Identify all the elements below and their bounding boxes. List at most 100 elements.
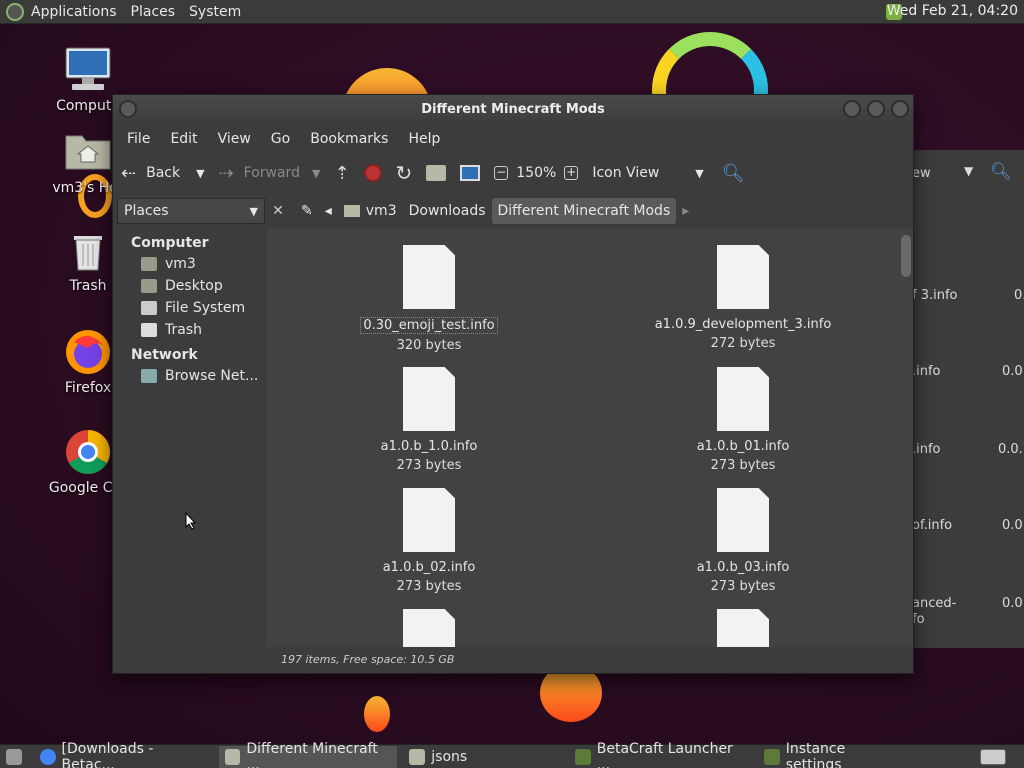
toolbar: ⇠ Back ▼ ⇢ Forward ▼ ⇡ ↻ − 150% + Icon V…: [113, 153, 913, 193]
task-label: [Downloads - Betac...: [61, 740, 154, 768]
sidebar-item-file-system[interactable]: File System: [113, 297, 265, 319]
up-button[interactable]: ⇡: [334, 163, 349, 184]
menu-view[interactable]: View: [208, 131, 261, 147]
breadcrumb-right-arrow-icon[interactable]: ▸: [676, 198, 695, 224]
document-icon: [403, 245, 455, 309]
forward-button[interactable]: ⇢ Forward ▼: [219, 163, 321, 184]
clock[interactable]: Wed Feb 21, 04:20: [887, 3, 1018, 19]
reload-button[interactable]: ↻: [396, 161, 413, 185]
sidebar-header-network: Network: [131, 347, 198, 363]
menu-file[interactable]: File: [117, 131, 160, 147]
view-mode-dropdown-icon: ▼: [695, 166, 704, 180]
breadcrumb-current[interactable]: Different Minecraft Mods: [491, 198, 677, 224]
task-label: BetaCraft Launcher ...: [596, 740, 733, 768]
location-bar: Places ▼ ✕ ✎ ◂ vm3 Downloads Different M…: [113, 193, 913, 229]
document-icon: [403, 488, 455, 552]
file-item[interactable]: a1.0.b_02.info 273 bytes: [329, 488, 529, 594]
task-different-minecraft[interactable]: Different Minecraft ...: [218, 741, 398, 768]
minimize-button[interactable]: [843, 100, 861, 118]
places-selector[interactable]: Places ▼: [117, 198, 265, 224]
trash-icon: [64, 226, 112, 274]
zoom-in-button[interactable]: +: [564, 166, 579, 180]
back-button[interactable]: ⇠ Back ▼: [121, 163, 205, 184]
breadcrumb-vm3[interactable]: vm3: [338, 198, 403, 224]
zoom-level[interactable]: 150%: [516, 165, 556, 181]
sidebar-item-desktop[interactable]: Desktop: [113, 275, 265, 297]
chrome-icon: [64, 428, 112, 476]
sidebar: Computer vm3 Desktop File System Trash N…: [113, 229, 265, 649]
forward-arrow-icon: ⇢: [218, 162, 234, 184]
home-folder-icon: [141, 257, 157, 271]
sidebar-item-label: Desktop: [165, 278, 223, 294]
sidebar-item-browse-network[interactable]: Browse Net...: [113, 365, 265, 387]
view-mode-select[interactable]: Icon View ▼: [592, 165, 703, 181]
background-window[interactable]: ew ▼ 🔍︎ f 3.info 0. .info 0.0. .info 0.0…: [912, 150, 1024, 648]
close-sidebar-button[interactable]: ✕: [267, 200, 289, 222]
zoom-out-icon: −: [494, 165, 509, 180]
scrollbar[interactable]: [901, 233, 911, 641]
document-icon: [717, 245, 769, 309]
breadcrumb-left-arrow-icon[interactable]: ◂: [319, 198, 338, 224]
task-label: Instance settings: [785, 740, 846, 768]
menu-applications[interactable]: Applications: [24, 4, 124, 20]
search-button[interactable]: 🔍︎: [722, 163, 745, 184]
window-title: Different Minecraft Mods: [421, 102, 605, 117]
close-button[interactable]: [891, 100, 909, 118]
task-downloads[interactable]: [Downloads - Betac...: [34, 741, 213, 768]
scrollbar-thumb[interactable]: [901, 235, 911, 277]
edit-location-icon[interactable]: ✎: [295, 198, 319, 224]
document-icon: [403, 367, 455, 431]
file-item[interactable]: a1.0.b_1.0.info 273 bytes: [329, 367, 529, 473]
task-betacraft-launcher[interactable]: BetaCraft Launcher ...: [569, 741, 752, 768]
task-instance-settings[interactable]: Instance settings: [758, 741, 908, 768]
breadcrumb: ✎ ◂ vm3 Downloads Different Minecraft Mo…: [295, 198, 695, 224]
menu-go[interactable]: Go: [261, 131, 300, 147]
sidebar-item-vm3[interactable]: vm3: [113, 253, 265, 275]
menu-edit[interactable]: Edit: [160, 131, 207, 147]
bg-file-name: .info: [912, 442, 941, 457]
file-item[interactable]: a1.0.b_01.info 273 bytes: [643, 367, 843, 473]
computer-button[interactable]: [460, 165, 481, 181]
home-button[interactable]: [426, 165, 447, 181]
sidebar-item-label: Browse Net...: [165, 368, 259, 384]
file-item[interactable]: 0.30_emoji_test.info 320 bytes: [329, 245, 529, 353]
file-item[interactable]: [329, 609, 529, 647]
titlebar[interactable]: Different Minecraft Mods: [113, 95, 913, 125]
file-size: 273 bytes: [710, 458, 776, 473]
menu-places[interactable]: Places: [124, 4, 183, 20]
reload-icon: ↻: [395, 161, 413, 185]
breadcrumb-downloads[interactable]: Downloads: [403, 198, 492, 224]
forward-history-dropdown-icon[interactable]: ▼: [312, 167, 320, 180]
workspace-switcher[interactable]: [974, 746, 1018, 768]
stop-icon: [363, 164, 382, 182]
menu-bookmarks[interactable]: Bookmarks: [300, 131, 398, 147]
bg-search-icon[interactable]: 🔍︎: [990, 162, 1012, 182]
back-label: Back: [146, 165, 181, 181]
show-desktop-button[interactable]: [0, 746, 28, 768]
view-mode-text: Icon View: [592, 165, 660, 181]
home-folder-icon: [64, 128, 112, 176]
bg-file-name: .info: [912, 364, 941, 379]
document-icon: [717, 488, 769, 552]
firefox-icon: [64, 328, 112, 376]
task-jsons[interactable]: jsons: [403, 746, 473, 768]
back-history-dropdown-icon[interactable]: ▼: [196, 167, 204, 180]
file-item[interactable]: a1.0.b_03.info 273 bytes: [643, 488, 843, 594]
stop-button[interactable]: [363, 164, 382, 182]
maximize-button[interactable]: [867, 100, 885, 118]
sidebar-item-trash[interactable]: Trash: [113, 319, 265, 341]
file-manager-window[interactable]: Different Minecraft Mods File Edit View …: [112, 94, 914, 674]
bg-view-dropdown-icon[interactable]: ▼: [964, 164, 973, 178]
file-item[interactable]: a1.0.9_development_3.info 272 bytes: [643, 245, 843, 351]
up-arrow-icon: ⇡: [334, 162, 350, 184]
chrome-icon: [40, 748, 56, 765]
menu-system[interactable]: System: [182, 4, 248, 20]
zoom-out-button[interactable]: −: [494, 165, 509, 180]
bg-file-name: f 3.info: [912, 288, 958, 303]
file-view[interactable]: 0.30_emoji_test.info 320 bytes a1.0.9_de…: [267, 229, 913, 647]
file-item[interactable]: [643, 609, 843, 647]
places-dropdown-icon: ▼: [249, 204, 258, 218]
menu-help[interactable]: Help: [398, 131, 450, 147]
folder-icon: [224, 748, 241, 765]
distro-logo-icon[interactable]: [6, 2, 24, 21]
